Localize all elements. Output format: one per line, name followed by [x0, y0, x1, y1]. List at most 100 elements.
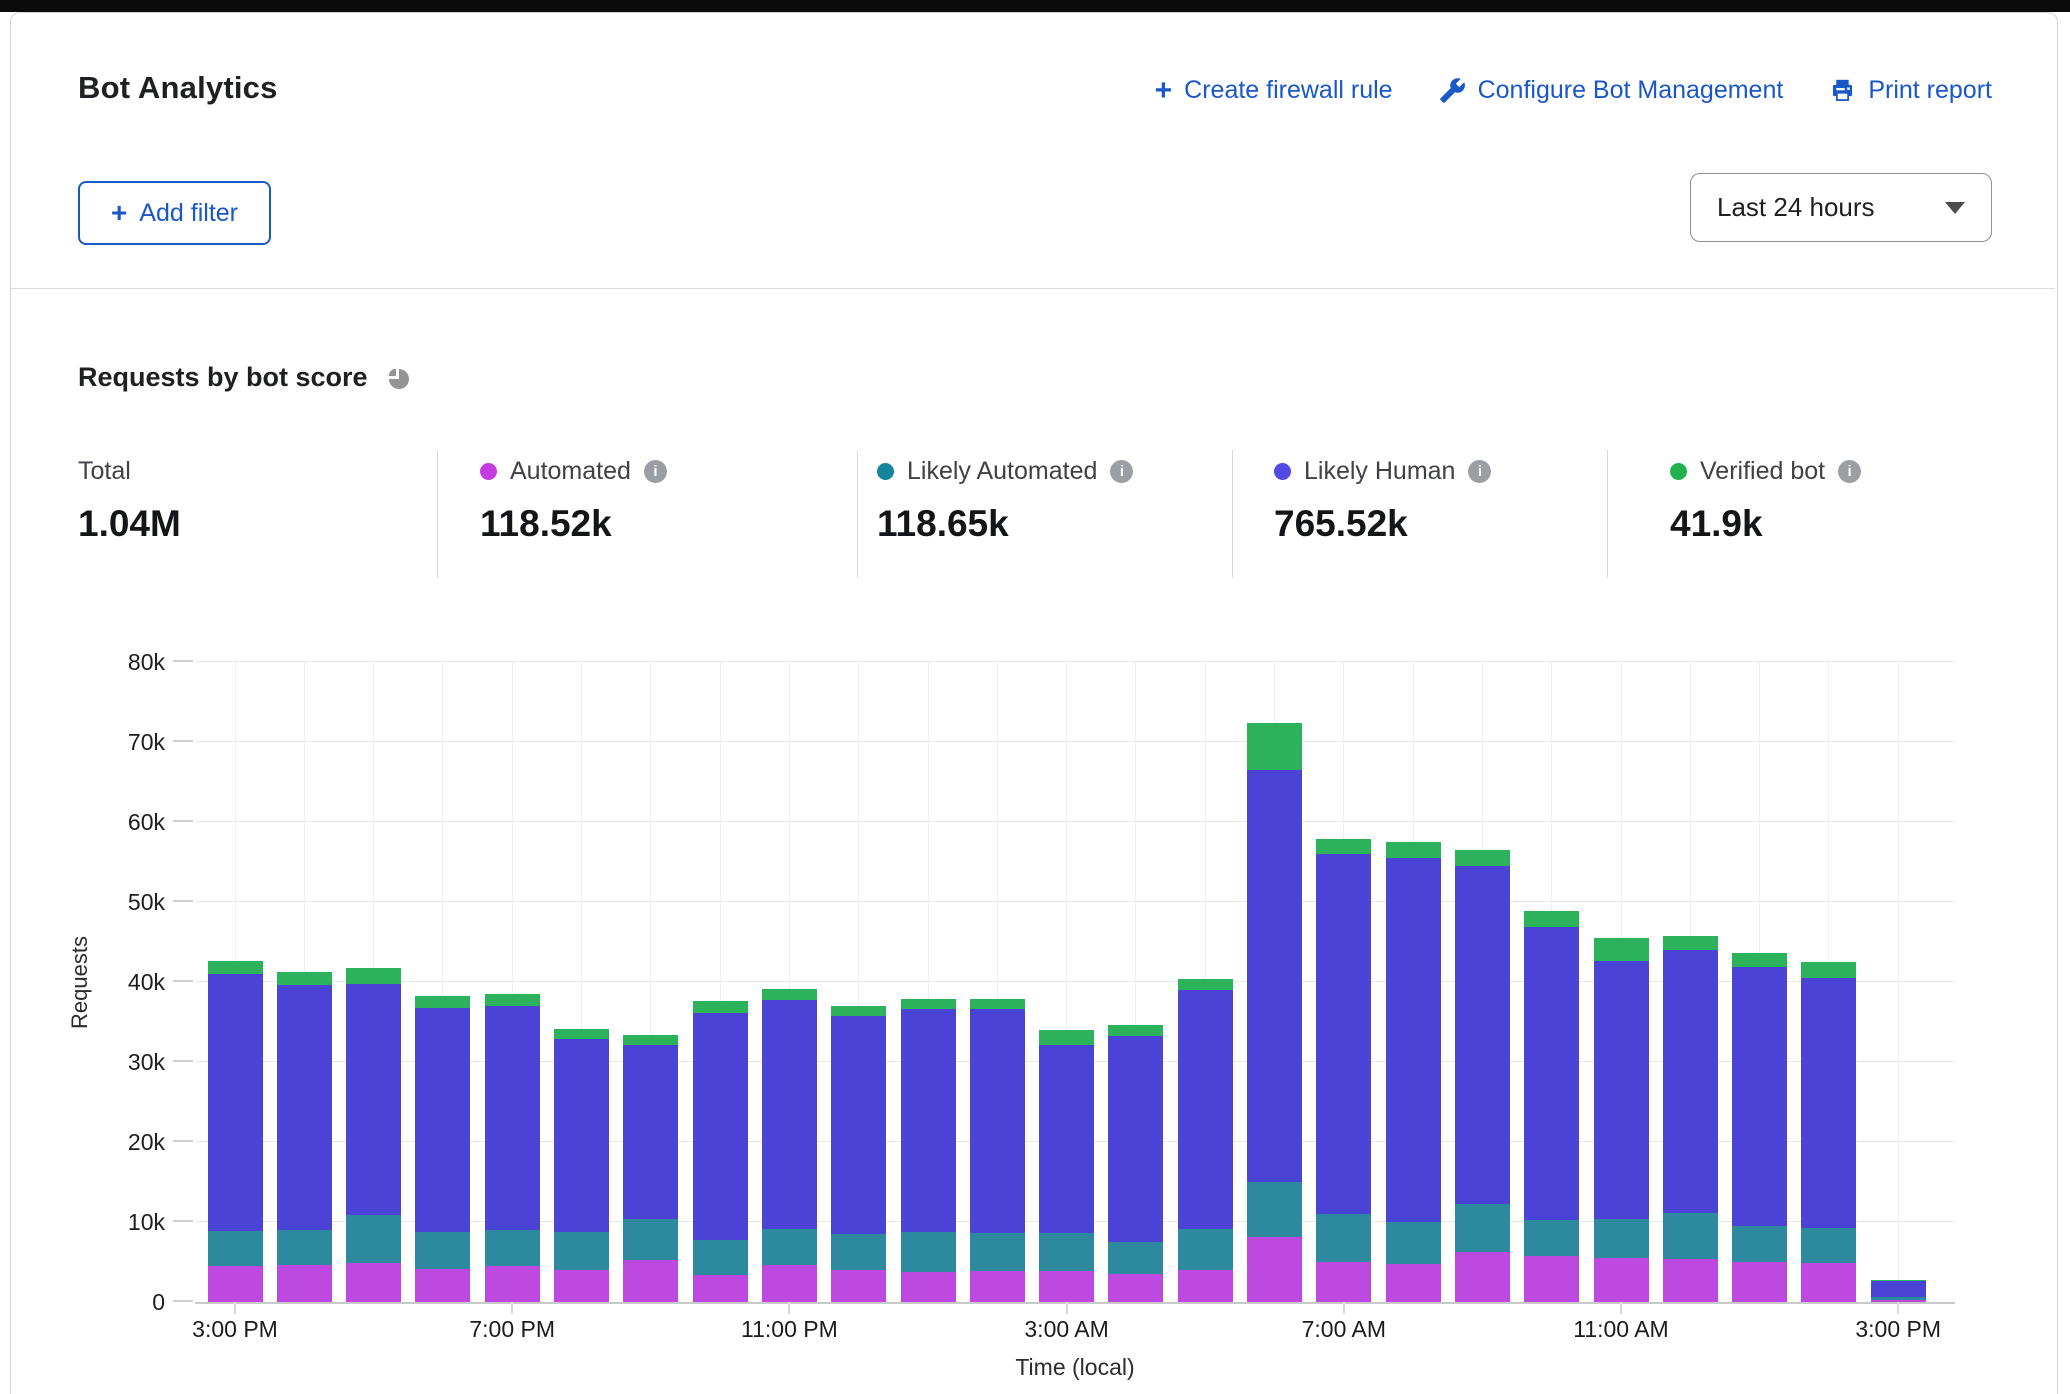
likely-automated-segment: [901, 1232, 956, 1272]
stacked-bar-3-00-pm[interactable]: [208, 961, 263, 1302]
likely-human-segment: [1247, 770, 1302, 1182]
stacked-bar-4-00-pm[interactable]: [277, 972, 332, 1302]
likely-automated-segment: [1247, 1182, 1302, 1237]
automated-segment: [1732, 1262, 1787, 1302]
stacked-bar-6-00-am[interactable]: [1247, 723, 1302, 1302]
likely-automated-segment: [415, 1232, 470, 1270]
automated-segment: [623, 1260, 678, 1302]
stat-value: 765.52k: [1274, 503, 1491, 545]
x-tick: [234, 1302, 236, 1314]
likely-automated-segment: [1108, 1242, 1163, 1274]
time-range-select[interactable]: Last 24 hours: [1690, 173, 1992, 242]
y-tick: [173, 1140, 193, 1142]
likely-human-segment: [1386, 858, 1441, 1222]
header-actions: + Create firewall rule Configure Bot Man…: [1155, 76, 1992, 105]
info-icon[interactable]: i: [1838, 460, 1861, 483]
verified-bot-segment: [1386, 842, 1441, 858]
verified-bot-segment: [831, 1006, 886, 1016]
y-tick-label: 80k: [100, 649, 165, 676]
automated-segment: [208, 1266, 263, 1302]
print-report-link[interactable]: Print report: [1829, 76, 1992, 105]
automated-segment: [831, 1270, 886, 1302]
stat-value: 41.9k: [1670, 503, 1861, 545]
automated-segment: [415, 1269, 470, 1302]
verified-bot-legend-dot: [1670, 463, 1687, 480]
stat-value: 1.04M: [78, 503, 181, 545]
y-tick: [173, 660, 193, 662]
stat-likely-automated: Likely Automated i 118.65k: [877, 456, 1133, 586]
create-firewall-rule-link[interactable]: + Create firewall rule: [1155, 76, 1393, 105]
verified-bot-segment: [693, 1001, 748, 1013]
verified-bot-segment: [1594, 938, 1649, 961]
automated-segment: [1663, 1259, 1718, 1302]
likely-automated-segment: [831, 1234, 886, 1270]
stacked-bar-3-00-am[interactable]: [1039, 1030, 1094, 1302]
x-tick-label: 7:00 AM: [1264, 1316, 1424, 1343]
stacked-bar-9-00-am[interactable]: [1455, 850, 1510, 1302]
stacked-bar-9-00-pm[interactable]: [623, 1035, 678, 1302]
stacked-bar-7-00-pm[interactable]: [485, 994, 540, 1302]
stat-value: 118.65k: [877, 503, 1133, 545]
verified-bot-segment: [1524, 911, 1579, 927]
automated-segment: [693, 1275, 748, 1302]
stacked-bar-5-00-am[interactable]: [1178, 979, 1233, 1302]
likely-automated-segment: [1732, 1226, 1787, 1262]
x-tick-label: 7:00 PM: [432, 1316, 592, 1343]
add-filter-button[interactable]: + Add filter: [78, 181, 271, 245]
stacked-bar-1-00-pm[interactable]: [1732, 953, 1787, 1302]
x-axis-title: Time (local): [195, 1354, 1955, 1381]
automated-segment: [762, 1265, 817, 1302]
y-tick-label: 20k: [100, 1129, 165, 1156]
verified-bot-segment: [1108, 1025, 1163, 1035]
x-tick: [1066, 1302, 1068, 1314]
stacked-bar-1-00-am[interactable]: [901, 999, 956, 1302]
configure-bot-management-link[interactable]: Configure Bot Management: [1439, 76, 1784, 105]
likely-automated-segment: [1386, 1222, 1441, 1264]
info-icon[interactable]: i: [644, 460, 667, 483]
x-tick-label: 3:00 PM: [155, 1316, 315, 1343]
stacked-bar-7-00-am[interactable]: [1316, 839, 1371, 1302]
stacked-bar-4-00-am[interactable]: [1108, 1025, 1163, 1302]
stacked-bar-5-00-pm[interactable]: [346, 968, 401, 1302]
automated-segment: [1801, 1263, 1856, 1302]
likely-human-segment: [623, 1045, 678, 1219]
stacked-bar-12-00-am[interactable]: [831, 1006, 886, 1302]
top-bar: [0, 0, 2070, 12]
verified-bot-segment: [1178, 979, 1233, 990]
stacked-bar-12-00-pm[interactable]: [1663, 936, 1718, 1302]
verified-bot-segment: [1801, 962, 1856, 978]
stacked-bar-6-00-pm[interactable]: [415, 996, 470, 1302]
y-tick-label: 10k: [100, 1209, 165, 1236]
stat-label: Likely Automated: [907, 457, 1097, 486]
section-title: Requests by bot score: [78, 362, 412, 393]
y-tick: [173, 820, 193, 822]
configure-bot-management-label: Configure Bot Management: [1478, 76, 1784, 105]
verified-bot-segment: [1455, 850, 1510, 866]
info-icon[interactable]: i: [1468, 460, 1491, 483]
likely-automated-segment: [1524, 1220, 1579, 1256]
stacked-bar-2-00-am[interactable]: [970, 999, 1025, 1302]
pie-chart-icon: [384, 364, 412, 392]
stacked-bar-3-00-pm[interactable]: [1871, 1280, 1926, 1302]
stacked-bar-8-00-pm[interactable]: [554, 1029, 609, 1302]
verified-bot-segment: [346, 968, 401, 984]
stacked-bar-11-00-am[interactable]: [1594, 938, 1649, 1302]
add-filter-label: Add filter: [139, 199, 238, 228]
stacked-bar-10-00-pm[interactable]: [693, 1001, 748, 1302]
likely-automated-segment: [623, 1219, 678, 1261]
likely-human-segment: [693, 1013, 748, 1239]
stacked-bar-8-00-am[interactable]: [1386, 842, 1441, 1302]
stacked-bar-10-00-am[interactable]: [1524, 911, 1579, 1302]
likely-human-segment: [277, 985, 332, 1230]
automated-segment: [1524, 1256, 1579, 1302]
gridline: [195, 741, 1955, 742]
stacked-bar-11-00-pm[interactable]: [762, 989, 817, 1302]
x-tick-label: 11:00 PM: [709, 1316, 869, 1343]
info-icon[interactable]: i: [1110, 460, 1133, 483]
automated-segment: [1594, 1258, 1649, 1302]
automated-segment: [554, 1270, 609, 1302]
verified-bot-segment: [1247, 723, 1302, 770]
stacked-bar-2-00-pm[interactable]: [1801, 962, 1856, 1302]
gridline: [1898, 662, 1899, 1302]
likely-human-segment: [762, 1000, 817, 1230]
